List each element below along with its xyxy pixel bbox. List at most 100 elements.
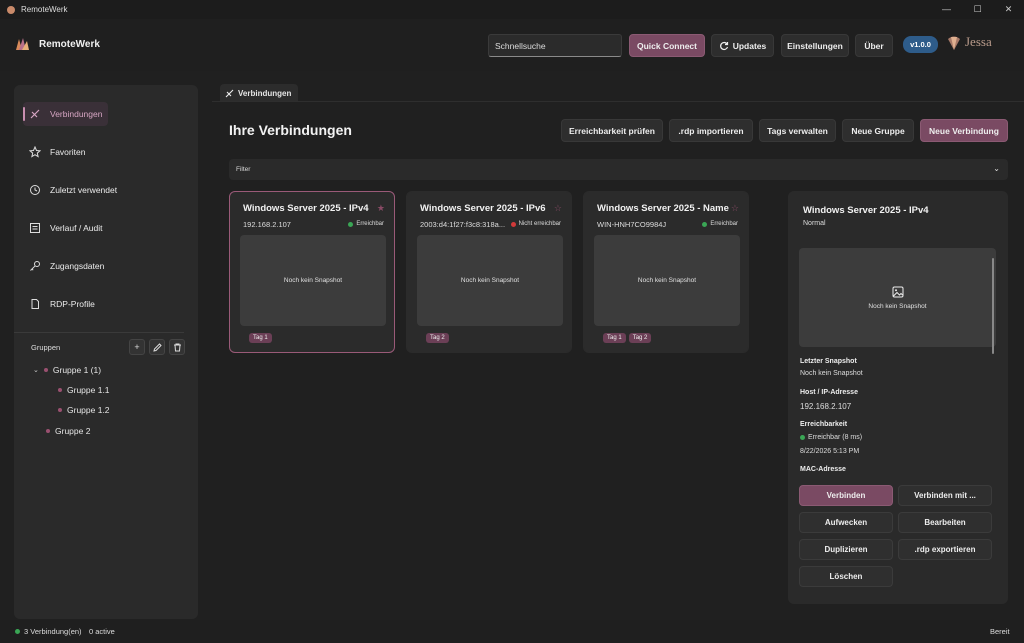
- page-title: Ihre Verbindungen: [229, 122, 352, 138]
- tag-badge: Tag 2: [628, 333, 652, 343]
- favorite-star-icon[interactable]: ★: [377, 203, 385, 214]
- edit-button[interactable]: Bearbeiten: [898, 512, 992, 533]
- sidebar-item-label: Verbindungen: [50, 109, 103, 119]
- tree-item-gruppe-2[interactable]: Gruppe 2: [46, 426, 90, 436]
- sidebar-item-verlauf[interactable]: Verlauf / Audit: [23, 216, 108, 240]
- details-scrollbar[interactable]: [992, 258, 994, 354]
- about-button[interactable]: Über: [855, 34, 893, 57]
- tag-badge: Tag 1: [603, 333, 626, 343]
- sidebar-item-zuletzt[interactable]: Zuletzt verwendet: [23, 178, 123, 202]
- button-label: .rdp importieren: [678, 125, 744, 136]
- details-title: Windows Server 2025 - IPv4: [803, 205, 929, 216]
- mac-label: MAC-Adresse: [800, 466, 846, 473]
- sidebar-item-favoriten[interactable]: Favoriten: [23, 140, 91, 164]
- reachability-label: Erreichbarkeit: [800, 421, 848, 428]
- favorite-star-icon[interactable]: ☆: [731, 203, 739, 214]
- button-label: Erreichbarkeit prüfen: [569, 125, 655, 136]
- host-label: Host / IP-Adresse: [800, 389, 858, 396]
- status-badge: Nicht erreichbar: [510, 221, 561, 227]
- status-ok-icon: [15, 629, 20, 634]
- wake-button[interactable]: Aufwecken: [799, 512, 893, 533]
- tree-item-gruppe-1[interactable]: ⌄ Gruppe 1 (1): [33, 365, 101, 375]
- about-label: Über: [864, 40, 884, 51]
- new-group-button[interactable]: Neue Gruppe: [842, 119, 914, 142]
- connect-button[interactable]: Verbinden: [799, 485, 893, 506]
- snapshot-placeholder: Noch kein Snapshot: [240, 235, 386, 326]
- sidebar-item-zugangsdaten[interactable]: Zugangsdaten: [23, 254, 110, 278]
- status-ok-icon: [800, 435, 805, 440]
- quick-connect-label: Quick Connect: [637, 40, 697, 51]
- tree-item-gruppe-1-2[interactable]: Gruppe 1.2: [58, 405, 110, 415]
- connect-with-button[interactable]: Verbinden mit ...: [898, 485, 992, 506]
- host-value: 192.168.2.107: [800, 402, 852, 411]
- reachability-time: 8/22/2026 5:13 PM: [800, 448, 860, 455]
- group-dot-icon: [43, 368, 48, 372]
- title-bar: RemoteWerk: [0, 0, 1024, 19]
- snapshot-placeholder: Noch kein Snapshot: [594, 235, 740, 326]
- button-label: Aufwecken: [824, 518, 868, 527]
- groups-label: Gruppen: [31, 343, 61, 352]
- connection-count: 3 Verbindung(en): [24, 627, 82, 636]
- window-controls: — ☐ ✕: [931, 0, 1024, 19]
- connection-card[interactable]: Windows Server 2025 - Name ☆ WIN-HNH7CO9…: [583, 191, 749, 353]
- trash-icon: [173, 343, 181, 351]
- tree-item-label: Gruppe 1.2: [67, 405, 110, 415]
- edit-group-button[interactable]: [149, 339, 165, 355]
- details-snapshot: Noch kein Snapshot: [799, 248, 996, 347]
- tree-item-gruppe-1-1[interactable]: Gruppe 1.1: [58, 385, 110, 395]
- sidebar-item-label: Zugangsdaten: [50, 261, 105, 271]
- favorite-star-icon[interactable]: ☆: [554, 203, 562, 214]
- updates-button[interactable]: Updates: [711, 34, 774, 57]
- brand-fan-icon: [948, 36, 960, 50]
- details-subtitle: Normal: [803, 220, 826, 227]
- tab-verbindungen[interactable]: Verbindungen: [220, 84, 298, 102]
- tab-divider: [212, 101, 1024, 102]
- last-snapshot-value: Noch kein Snapshot: [800, 370, 863, 377]
- delete-button[interactable]: Löschen: [799, 566, 893, 587]
- status-badge: Erreichbar: [348, 221, 384, 227]
- app-logo-icon: [16, 38, 29, 50]
- updates-label: Updates: [732, 40, 767, 51]
- button-label: Bearbeiten: [924, 518, 966, 527]
- search-input[interactable]: [488, 34, 622, 57]
- plus-icon: +: [134, 342, 140, 352]
- star-icon: [29, 146, 41, 158]
- new-connection-button[interactable]: Neue Verbindung: [920, 119, 1008, 142]
- sidebar-item-rdp-profile[interactable]: RDP-Profile: [23, 292, 101, 316]
- last-snapshot-label: Letzter Snapshot: [800, 358, 857, 365]
- status-text: Erreichbar: [356, 221, 384, 227]
- button-label: Tags verwalten: [767, 125, 828, 136]
- filter-label: Filter: [236, 166, 251, 173]
- minimize-button[interactable]: —: [931, 0, 962, 19]
- status-ok-icon: [348, 221, 354, 227]
- connection-card[interactable]: Windows Server 2025 - IPv4 ★ 192.168.2.1…: [229, 191, 395, 353]
- duplicate-button[interactable]: Duplizieren: [799, 539, 893, 560]
- check-reachability-button[interactable]: Erreichbarkeit prüfen: [561, 119, 663, 142]
- snapshot-text: Noch kein Snapshot: [460, 277, 520, 284]
- maximize-button[interactable]: ☐: [962, 0, 993, 19]
- document-icon: [31, 299, 39, 309]
- sidebar-item-verbindungen[interactable]: Verbindungen: [23, 102, 109, 126]
- chevron-down-icon[interactable]: ⌄: [33, 366, 39, 374]
- quick-connect-button[interactable]: Quick Connect: [629, 34, 705, 57]
- sidebar-item-label: Zuletzt verwendet: [50, 185, 118, 195]
- button-label: Löschen: [829, 572, 863, 581]
- close-button[interactable]: ✕: [993, 0, 1024, 19]
- add-group-button[interactable]: +: [129, 339, 145, 355]
- sidebar-divider: [14, 332, 184, 333]
- settings-button[interactable]: Einstellungen: [781, 34, 849, 57]
- card-tags: Tag 1 Tag 2: [603, 333, 652, 343]
- import-rdp-button[interactable]: .rdp importieren: [669, 119, 753, 142]
- filter-expander[interactable]: Filter ⌄: [229, 159, 1008, 180]
- snapshot-placeholder: Noch kein Snapshot: [417, 235, 563, 326]
- export-rdp-button[interactable]: .rdp exportieren: [898, 539, 992, 560]
- connection-card[interactable]: Windows Server 2025 - IPv6 ☆ 2003:d4:1f2…: [406, 191, 572, 353]
- delete-group-button[interactable]: [169, 339, 185, 355]
- card-address: 192.168.2.107: [243, 220, 291, 229]
- manage-tags-button[interactable]: Tags verwalten: [759, 119, 836, 142]
- group-dot-icon: [46, 429, 50, 433]
- reachability-text: Erreichbar (8 ms): [808, 434, 863, 441]
- group-dot-icon: [58, 388, 62, 392]
- group-dot-icon: [58, 408, 62, 412]
- status-bar: 3 Verbindung(en) 0 active Bereit: [0, 620, 1024, 643]
